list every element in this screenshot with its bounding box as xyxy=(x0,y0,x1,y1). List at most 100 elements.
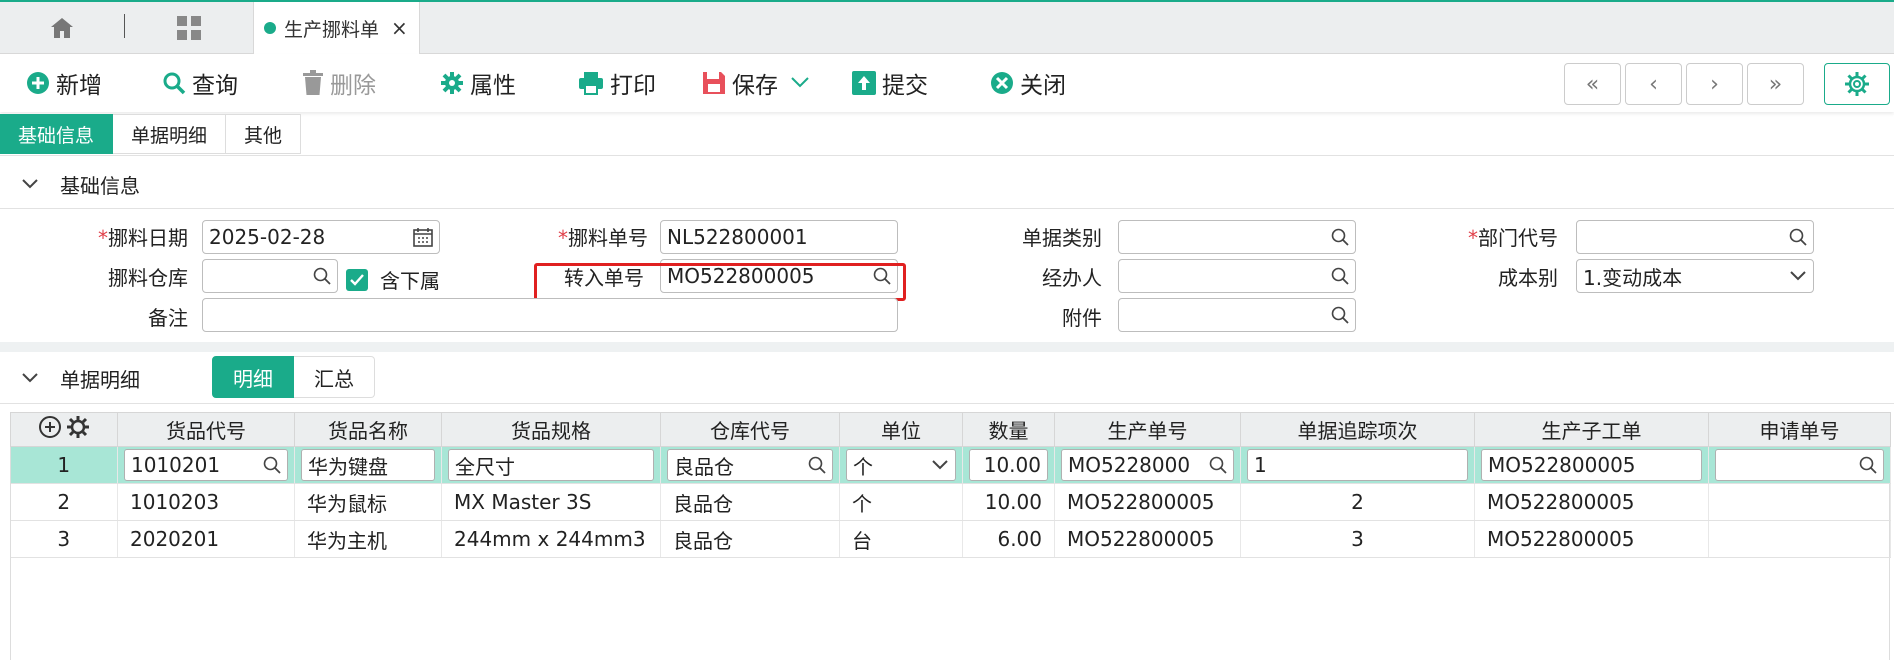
cell-qty[interactable]: 6.00 xyxy=(962,520,1055,558)
search-icon[interactable] xyxy=(1859,456,1877,474)
cell-trace[interactable]: 1 xyxy=(1240,446,1475,484)
col-header[interactable]: 货品名称 xyxy=(294,412,442,447)
cell-request[interactable] xyxy=(1708,446,1891,484)
cell-mo[interactable]: MO522800005 xyxy=(1054,483,1241,521)
cell-trace[interactable]: 2 xyxy=(1240,483,1475,521)
search-icon[interactable] xyxy=(1331,228,1349,246)
doc-type-label: 单据类别 xyxy=(1022,226,1102,250)
cell-unit[interactable]: 个 xyxy=(839,483,963,521)
gear-icon[interactable] xyxy=(66,415,90,439)
chevron-down-icon xyxy=(0,179,60,189)
transfer-no-field[interactable]: NL522800001 xyxy=(660,220,898,254)
col-header[interactable]: 仓库代号 xyxy=(660,412,840,447)
table-row[interactable]: 3 2020201 华为主机 244mm x 244mm3 良品仓 台 6.00… xyxy=(10,520,1891,558)
include-sub-checkbox[interactable]: 含下属 xyxy=(346,265,440,294)
search-icon[interactable] xyxy=(263,456,281,474)
subtab-detail[interactable]: 明细 xyxy=(212,356,294,398)
search-icon[interactable] xyxy=(1209,456,1227,474)
search-icon[interactable] xyxy=(313,267,331,285)
attachment-field[interactable] xyxy=(1118,298,1356,332)
prev-record-button[interactable]: ‹ xyxy=(1625,63,1682,105)
cell-sub-wo[interactable]: MO522800005 xyxy=(1474,446,1709,484)
cell-qty[interactable]: 10.00 xyxy=(962,483,1055,521)
cell-mo[interactable]: MO5228000 xyxy=(1054,446,1241,484)
handler-field[interactable] xyxy=(1118,259,1356,293)
detail-header[interactable]: 单据明细 xyxy=(0,358,140,398)
properties-button[interactable]: 属性 xyxy=(440,66,516,100)
save-dropdown-chevron-icon[interactable] xyxy=(790,72,810,94)
cell-trace[interactable]: 3 xyxy=(1240,520,1475,558)
cell-spec[interactable]: 244mm x 244mm3 xyxy=(441,520,661,558)
save-button[interactable]: 保存 xyxy=(702,66,778,100)
new-button[interactable]: 新增 xyxy=(26,66,102,100)
tab-other[interactable]: 其他 xyxy=(226,114,302,154)
cell-warehouse[interactable]: 良品仓 xyxy=(660,446,840,484)
cell-spec[interactable]: 全尺寸 xyxy=(441,446,661,484)
cell-name[interactable]: 华为鼠标 xyxy=(294,483,442,521)
cell-name[interactable]: 华为键盘 xyxy=(294,446,442,484)
search-icon[interactable] xyxy=(1331,267,1349,285)
col-header[interactable]: 单据追踪项次 xyxy=(1240,412,1475,447)
close-button[interactable]: 关闭 xyxy=(990,66,1066,100)
dept-code-field[interactable] xyxy=(1576,220,1814,254)
print-button[interactable]: 打印 xyxy=(578,66,656,100)
next-record-button[interactable]: › xyxy=(1686,63,1743,105)
home-tab[interactable] xyxy=(0,2,124,53)
col-header[interactable]: 数量 xyxy=(962,412,1055,447)
divider xyxy=(0,403,1894,404)
tab-basic-info[interactable]: 基础信息 xyxy=(0,114,114,154)
table-row[interactable]: 2 1010203 华为鼠标 MX Master 3S 良品仓 个 10.00 … xyxy=(10,483,1891,521)
table-row[interactable]: 1 1010201 华为键盘 全尺寸 良品仓 个 10.00 MO5228000… xyxy=(10,446,1891,484)
cell-code[interactable]: 1010203 xyxy=(117,483,295,521)
cell-warehouse[interactable]: 良品仓 xyxy=(660,483,840,521)
tab-detail[interactable]: 单据明细 xyxy=(113,114,227,154)
search-icon[interactable] xyxy=(1331,306,1349,324)
cell-warehouse[interactable]: 良品仓 xyxy=(660,520,840,558)
tab-material-transfer[interactable]: 生产挪料单 × xyxy=(253,2,420,54)
settings-button[interactable] xyxy=(1824,63,1890,105)
col-header[interactable]: 生产子工单 xyxy=(1474,412,1709,447)
cell-code[interactable]: 2020201 xyxy=(117,520,295,558)
add-row-icon[interactable] xyxy=(38,415,62,439)
col-header[interactable]: 生产单号 xyxy=(1054,412,1241,447)
transfer-date-field[interactable]: 2025-02-28 xyxy=(202,220,440,254)
tab-separator xyxy=(124,14,125,38)
search-icon[interactable] xyxy=(1789,228,1807,246)
submit-button[interactable]: 提交 xyxy=(852,66,928,100)
col-header[interactable]: 单位 xyxy=(839,412,963,447)
cell-unit[interactable]: 台 xyxy=(839,520,963,558)
delete-button[interactable]: 删除 xyxy=(302,66,376,100)
warehouse-field[interactable] xyxy=(202,259,338,293)
basic-info-header[interactable]: 基础信息 xyxy=(0,164,140,204)
submit-label: 提交 xyxy=(882,73,928,99)
subtab-summary[interactable]: 汇总 xyxy=(294,356,375,398)
cell-request[interactable] xyxy=(1708,520,1891,558)
cell-qty[interactable]: 10.00 xyxy=(962,446,1055,484)
remark-label: 备注 xyxy=(148,306,188,330)
cell-sub-wo[interactable]: MO522800005 xyxy=(1474,520,1709,558)
cell-spec[interactable]: MX Master 3S xyxy=(441,483,661,521)
calendar-icon[interactable] xyxy=(413,227,433,247)
double-chevron-left-icon: « xyxy=(1585,71,1600,97)
remark-field[interactable] xyxy=(202,298,898,332)
tab-close-icon[interactable]: × xyxy=(391,16,408,40)
cell-sub-wo[interactable]: MO522800005 xyxy=(1474,483,1709,521)
col-header[interactable]: 货品代号 xyxy=(117,412,295,447)
doc-type-field[interactable] xyxy=(1118,220,1356,254)
search-icon[interactable] xyxy=(808,456,826,474)
section-gap xyxy=(0,342,1894,352)
cell-name[interactable]: 华为主机 xyxy=(294,520,442,558)
cost-type-select[interactable]: 1.变动成本 xyxy=(1576,259,1814,293)
cell-unit[interactable]: 个 xyxy=(839,446,963,484)
first-record-button[interactable]: « xyxy=(1564,63,1621,105)
cell-request[interactable] xyxy=(1708,483,1891,521)
cell-mo[interactable]: MO522800005 xyxy=(1054,520,1241,558)
apps-tab[interactable] xyxy=(126,2,252,53)
query-button[interactable]: 查询 xyxy=(162,66,238,100)
cell-code[interactable]: 1010201 xyxy=(117,446,295,484)
col-header[interactable]: 货品规格 xyxy=(441,412,661,447)
detail-table: 货品代号 货品名称 货品规格 仓库代号 单位 数量 生产单号 单据追踪项次 生产… xyxy=(10,412,1891,558)
col-header[interactable]: 申请单号 xyxy=(1708,412,1891,447)
dept-code-label: *部门代号 xyxy=(1468,226,1558,250)
last-record-button[interactable]: » xyxy=(1747,63,1804,105)
